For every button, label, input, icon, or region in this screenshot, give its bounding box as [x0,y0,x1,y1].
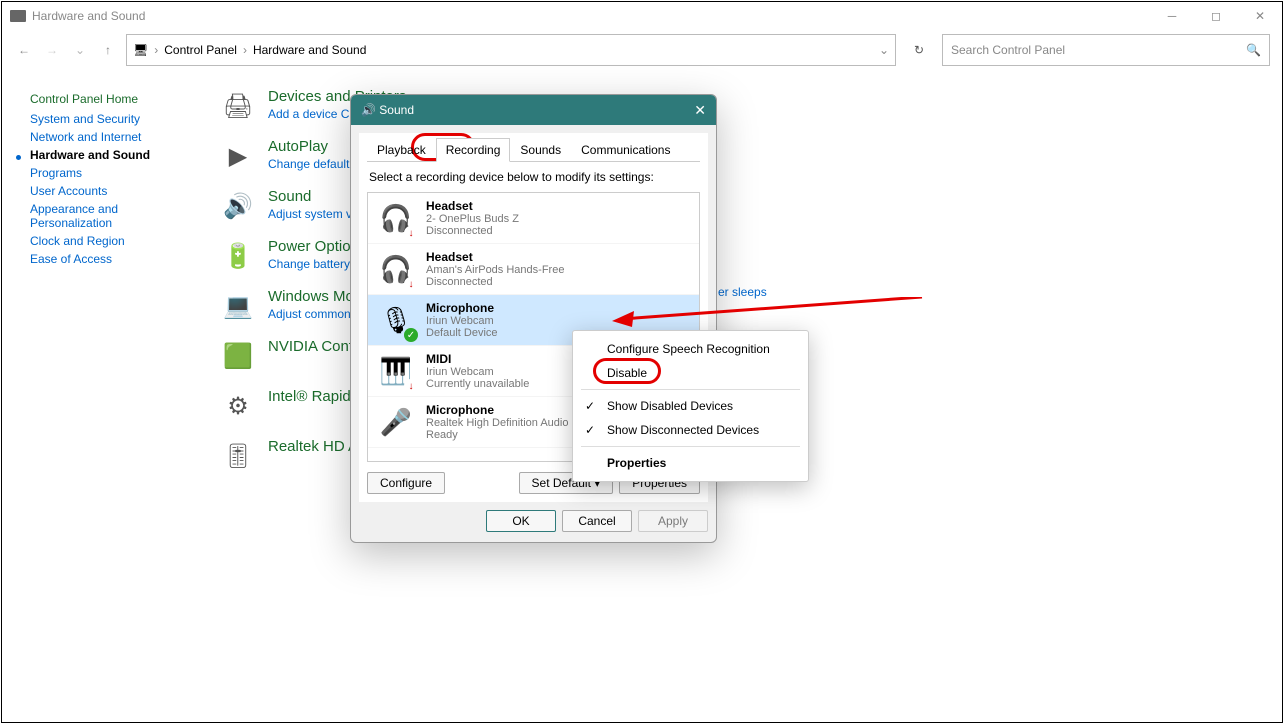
device-status: Ready [426,429,568,441]
dialog-titlebar: 🔊 Sound ✕ [351,95,716,125]
device-icon: 🎧↓ [376,249,416,289]
category-icon: ▶ [220,138,256,174]
category-link[interactable]: Adjust commonly [268,307,359,321]
sidebar-item[interactable]: Network and Internet [30,130,190,144]
search-icon: 🔍 [1246,43,1261,57]
device-sub: Aman's AirPods Hands-Free [426,264,564,276]
device-sub: Iriun Webcam [426,315,498,327]
close-button[interactable]: ✕ [1238,2,1282,30]
category-icon: ⚙ [220,388,256,424]
configure-button[interactable]: Configure [367,472,445,494]
tab-playback[interactable]: Playback [367,138,436,162]
category-icon: 💻 [220,288,256,324]
device-name: Microphone [426,403,494,417]
sidebar-item[interactable]: Appearance and Personalization [30,202,190,230]
partial-link-text[interactable]: er sleeps [718,285,767,299]
context-item-show-disconnected-devices[interactable]: Show Disconnected Devices✓ [573,418,808,442]
sidebar-item[interactable]: Hardware and Sound [30,148,190,162]
forward-button[interactable]: → [42,40,62,60]
check-icon: ✓ [585,399,595,413]
up-button[interactable]: ↑ [98,40,118,60]
device-badge: ↓ [404,379,418,393]
device-icon: 🎹↓ [376,351,416,391]
device-name: Headset [426,199,473,213]
category-icon: 🔋 [220,238,256,274]
check-icon: ✓ [585,423,595,437]
device-icon: 🎧↓ [376,198,416,238]
window-titlebar: Hardware and Sound ─ ◻ ✕ [2,2,1282,30]
breadcrumb-item[interactable]: Control Panel [164,43,237,57]
address-bar[interactable]: 🖥 › Control Panel › Hardware and Sound ⌄ [126,34,896,66]
control-panel-icon: 🖥 [133,43,148,57]
device-row[interactable]: 🎧↓ HeadsetAman's AirPods Hands-FreeDiscon… [368,244,699,295]
sidebar-nav: Control Panel Home System and Security Ne… [30,88,190,488]
highlight-ring-disable [593,358,661,384]
context-item-properties[interactable]: Properties [573,451,808,475]
breadcrumb-item[interactable]: Hardware and Sound [253,43,366,57]
device-name: Headset [426,250,473,264]
ok-button[interactable]: OK [486,510,556,532]
sidebar-item[interactable]: User Accounts [30,184,190,198]
sidebar-item[interactable]: Clock and Region [30,234,190,248]
dialog-title: Sound [379,103,414,117]
device-sub: Iriun Webcam [426,366,529,378]
category-icon: 🔊 [220,188,256,224]
device-badge: ✓ [404,328,418,342]
device-badge: ↓ [404,226,418,240]
device-icon: 🎙✓ [376,300,416,340]
back-button[interactable]: ← [14,40,34,60]
device-row[interactable]: 🎧↓ Headset2- OnePlus Buds ZDisconnected [368,193,699,244]
device-name: Microphone [426,301,494,315]
context-item-disable[interactable]: Disable [573,361,808,385]
device-name: MIDI [426,352,451,366]
search-placeholder: Search Control Panel [951,43,1065,57]
category-icon: 🖨 [220,88,256,124]
tab-recording[interactable]: Recording [436,138,511,162]
search-input[interactable]: Search Control Panel 🔍 [942,34,1270,66]
context-item-configure-speech-recognition[interactable]: Configure Speech Recognition [573,337,808,361]
recent-button[interactable]: ⌄ [70,40,90,60]
device-icon: 🎤 [376,402,416,442]
device-sub: Realtek High Definition Audio [426,417,568,429]
app-icon [10,10,26,22]
sidebar-item[interactable]: Programs [30,166,190,180]
dialog-instruction: Select a recording device below to modif… [369,170,698,184]
refresh-button[interactable]: ↻ [904,35,934,65]
maximize-button[interactable]: ◻ [1194,2,1238,30]
dialog-tabs: PlaybackRecordingSoundsCommunications [367,137,700,162]
category-icon: 🎚 [220,438,256,474]
category-link[interactable]: Add a device [268,107,337,121]
device-sub: 2- OnePlus Buds Z [426,213,519,225]
tab-communications[interactable]: Communications [571,138,680,162]
device-status: Disconnected [426,225,519,237]
device-status: Default Device [426,327,498,339]
context-menu: Configure Speech RecognitionDisable Show … [572,330,809,482]
sidebar-item[interactable]: System and Security [30,112,190,126]
minimize-button[interactable]: ─ [1150,2,1194,30]
device-status: Disconnected [426,276,564,288]
tab-sounds[interactable]: Sounds [510,138,571,162]
context-item-show-disabled-devices[interactable]: Show Disabled Devices✓ [573,394,808,418]
apply-button: Apply [638,510,708,532]
category-icon: 🟩 [220,338,256,374]
sidebar-home-link[interactable]: Control Panel Home [30,92,190,106]
device-status: Currently unavailable [426,378,529,390]
dialog-close-button[interactable]: ✕ [694,102,706,119]
sidebar-item[interactable]: Ease of Access [30,252,190,266]
cancel-button[interactable]: Cancel [562,510,632,532]
window-title: Hardware and Sound [32,9,145,23]
speaker-icon: 🔊 [361,103,376,117]
device-badge: ↓ [404,277,418,291]
